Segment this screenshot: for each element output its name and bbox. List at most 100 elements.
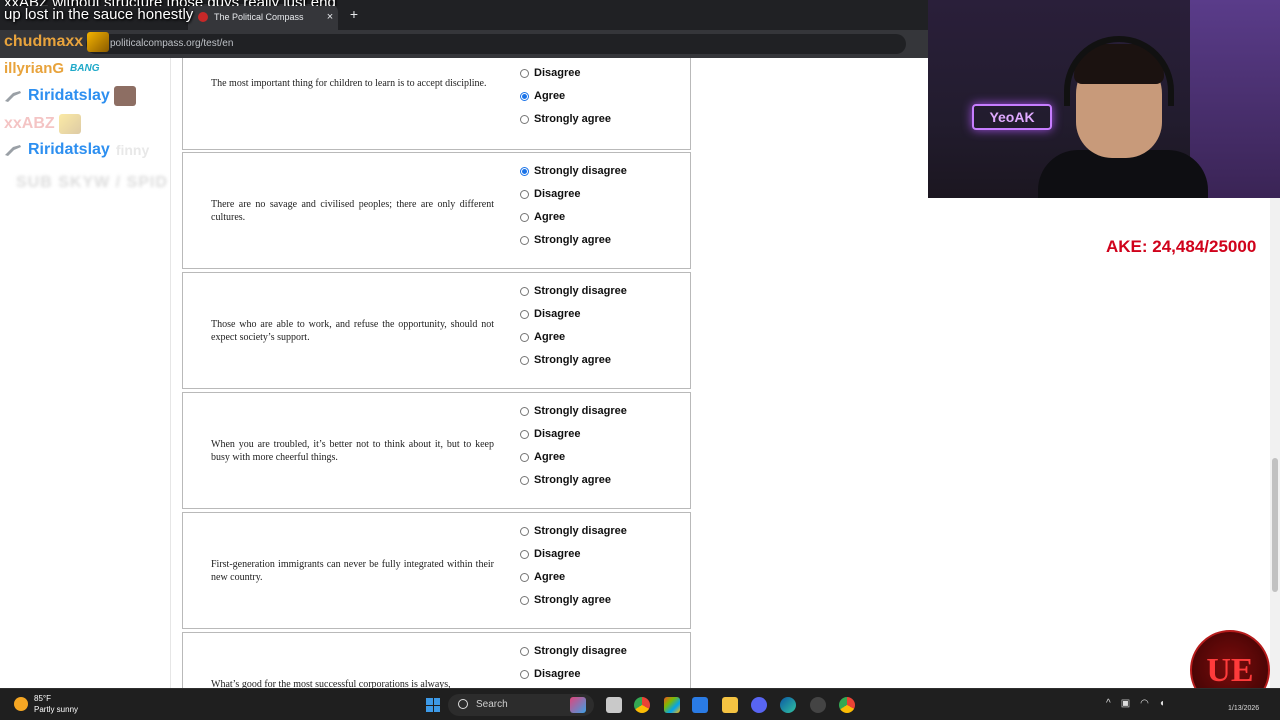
answer-option[interactable]: Strongly agree xyxy=(520,234,611,246)
radio-button[interactable] xyxy=(520,332,529,342)
answer-option[interactable]: Agree xyxy=(520,571,565,583)
page-scrollbar[interactable] xyxy=(1270,198,1280,688)
search-icon xyxy=(458,699,468,709)
chrome-icon[interactable] xyxy=(634,697,650,713)
radio-button[interactable] xyxy=(520,452,529,462)
scrollbar-thumb[interactable] xyxy=(1272,458,1278,592)
answer-option[interactable]: Strongly disagree xyxy=(520,285,627,297)
question-card: The most important thing for children to… xyxy=(182,58,691,150)
store-icon[interactable] xyxy=(692,697,708,713)
radio-button[interactable] xyxy=(520,595,529,605)
answer-option[interactable]: Strongly agree xyxy=(520,474,611,486)
radio-button[interactable] xyxy=(520,429,529,439)
option-label: Agree xyxy=(534,331,566,343)
taskbar-date[interactable]: 1/13/2026 xyxy=(1228,705,1259,712)
copilot-icon[interactable] xyxy=(570,697,586,713)
option-label: Disagree xyxy=(534,668,581,680)
radio-button[interactable] xyxy=(520,114,529,124)
radio-button[interactable] xyxy=(520,549,529,559)
office-icon[interactable] xyxy=(664,697,680,713)
option-label: Disagree xyxy=(534,67,581,79)
answer-option[interactable]: Strongly disagree xyxy=(520,525,627,537)
volume-icon[interactable]: ◖ xyxy=(1159,698,1165,709)
option-label: Strongly disagree xyxy=(534,525,627,537)
task-view-icon[interactable] xyxy=(606,697,622,713)
discord-icon[interactable] xyxy=(751,697,767,713)
chevron-up-icon[interactable]: ^ xyxy=(1106,698,1111,709)
headset-icon xyxy=(1064,36,1174,106)
answer-option[interactable]: Disagree xyxy=(520,67,580,79)
answer-option[interactable]: Agree xyxy=(520,451,565,463)
chat-message: illyrianG BANG xyxy=(4,60,99,77)
address-bar: politicalcompass.org/test/en xyxy=(0,30,928,58)
radio-button[interactable] xyxy=(520,406,529,416)
option-label: Strongly agree xyxy=(534,594,612,606)
edge-icon[interactable] xyxy=(780,697,796,713)
option-label: Disagree xyxy=(534,428,581,440)
answer-option[interactable]: Strongly agree xyxy=(520,113,611,125)
emote-icon xyxy=(58,114,81,134)
weather-widget[interactable]: 85°F Partly sunny xyxy=(14,693,78,715)
obs-icon[interactable] xyxy=(810,697,826,713)
option-label: Agree xyxy=(534,571,566,583)
radio-button[interactable] xyxy=(520,166,529,176)
option-label: Strongly disagree xyxy=(534,285,627,297)
option-label: Strongly disagree xyxy=(534,405,627,417)
radio-button[interactable] xyxy=(520,286,529,296)
chat-message: xxABZ xyxy=(4,114,81,134)
sub-goal-counter: AKE: 24,484/25000 xyxy=(1106,237,1257,256)
logo-text: UE xyxy=(1206,652,1254,689)
radio-button[interactable] xyxy=(520,91,529,101)
emote-label: BANG xyxy=(70,63,100,74)
answer-option[interactable]: Disagree xyxy=(520,428,580,440)
network-icon[interactable]: ▣ xyxy=(1121,698,1130,709)
wifi-icon[interactable]: ◠ xyxy=(1140,698,1149,709)
radio-button[interactable] xyxy=(520,526,529,536)
answer-option[interactable]: Agree xyxy=(520,90,565,102)
chat-username: xxABZ xyxy=(4,115,55,132)
windows-start-icon[interactable] xyxy=(426,698,440,712)
option-label: Strongly agree xyxy=(534,474,612,486)
answer-option[interactable]: Strongly disagree xyxy=(520,645,627,657)
answer-option[interactable]: Strongly disagree xyxy=(520,405,627,417)
chrome-active-icon[interactable] xyxy=(839,697,855,713)
option-label: Strongly disagree xyxy=(534,645,627,657)
answer-option[interactable]: Strongly agree xyxy=(520,594,611,606)
radio-button[interactable] xyxy=(520,572,529,582)
chat-message: Riridatslay finny xyxy=(4,141,149,159)
emote-icon xyxy=(113,86,136,106)
option-label: Disagree xyxy=(534,308,581,320)
answer-option[interactable]: Disagree xyxy=(520,668,580,680)
folder-icon[interactable] xyxy=(722,697,738,713)
radio-button[interactable] xyxy=(520,189,529,199)
answer-option[interactable]: Disagree xyxy=(520,308,580,320)
radio-button[interactable] xyxy=(520,355,529,365)
radio-button[interactable] xyxy=(520,309,529,319)
url-field[interactable]: politicalcompass.org/test/en xyxy=(86,34,906,54)
option-label: Strongly agree xyxy=(534,234,612,246)
weather-condition: Partly sunny xyxy=(34,705,79,714)
chat-username: Riridatslay xyxy=(28,87,110,104)
chat-caption: xxABZ without structure those guys reall… xyxy=(4,0,394,24)
option-label: Disagree xyxy=(534,188,581,200)
question-card: Those who are able to work, and refuse t… xyxy=(182,272,691,389)
question-text: First-generation immigrants can never be… xyxy=(211,559,494,583)
radio-button[interactable] xyxy=(520,646,529,656)
answer-option[interactable]: Strongly disagree xyxy=(520,165,627,177)
neon-sign: YeoAK xyxy=(972,104,1052,130)
led-wall xyxy=(1190,0,1280,198)
question-card: First-generation immigrants can never be… xyxy=(182,512,691,629)
radio-button[interactable] xyxy=(520,235,529,245)
caption-line-2: up lost in the sauce honestly xyxy=(4,6,194,23)
answer-option[interactable]: Disagree xyxy=(520,188,580,200)
answer-option[interactable]: Agree xyxy=(520,331,565,343)
answer-option[interactable]: Strongly agree xyxy=(520,354,611,366)
radio-button[interactable] xyxy=(520,68,529,78)
radio-button[interactable] xyxy=(520,475,529,485)
answer-option[interactable]: Agree xyxy=(520,211,565,223)
radio-button[interactable] xyxy=(520,212,529,222)
radio-button[interactable] xyxy=(520,669,529,679)
answer-option[interactable]: Disagree xyxy=(520,548,580,560)
sun-icon xyxy=(14,697,28,711)
chat-message: Riridatslay xyxy=(4,86,136,106)
